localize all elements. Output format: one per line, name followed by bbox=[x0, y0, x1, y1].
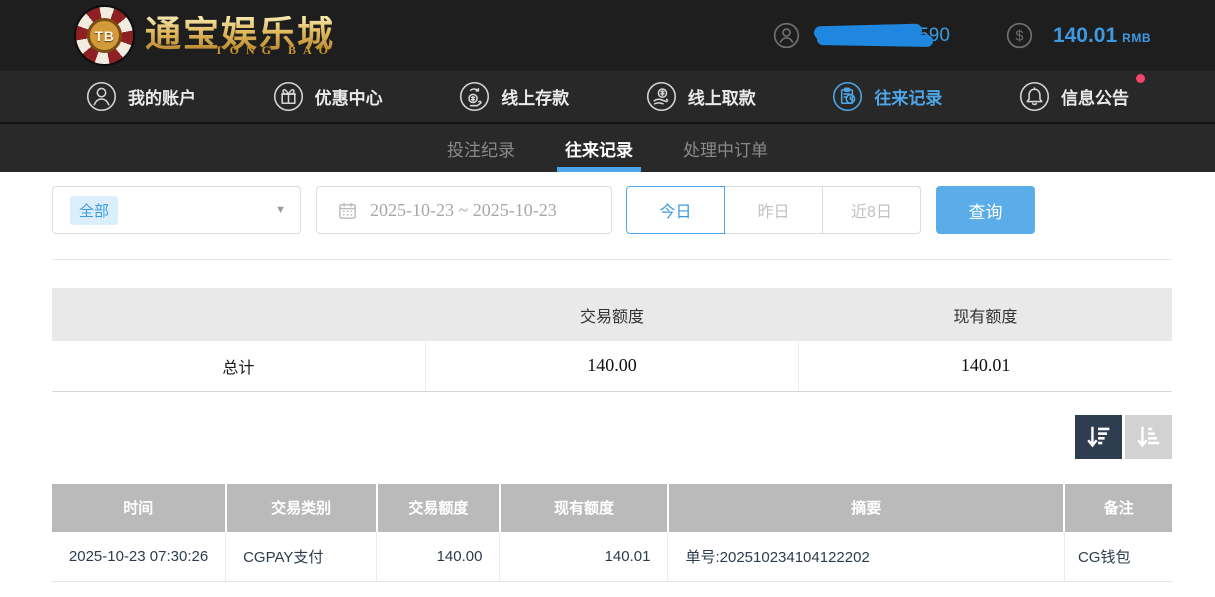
username[interactable]: 590 bbox=[814, 24, 950, 48]
range-yesterday-button[interactable]: 昨日 bbox=[724, 186, 823, 234]
tab-transaction-records[interactable]: 往来记录 bbox=[563, 124, 635, 172]
record-type: CGPAY支付 bbox=[226, 532, 377, 582]
sort-descending-button[interactable] bbox=[1075, 415, 1122, 459]
records-table: 时间 交易类别 交易额度 现有额度 摘要 备注 2025-10-23 07:30… bbox=[52, 484, 1172, 583]
nav-item-transaction-records[interactable]: 往来记录 bbox=[832, 81, 942, 112]
deposit-hand-coin-icon bbox=[459, 81, 490, 112]
records-header-row: 时间 交易类别 交易额度 现有额度 摘要 备注 bbox=[52, 484, 1172, 532]
records-header-current-amount: 现有额度 bbox=[500, 484, 668, 532]
top-bar: TB 通宝娱乐城 TONG BAO 590 $ 140.01 RMB bbox=[0, 0, 1215, 71]
record-trade-amount: 140.00 bbox=[377, 532, 500, 582]
clipboard-clock-icon bbox=[832, 81, 863, 112]
range-today-button[interactable]: 今日 bbox=[626, 186, 725, 234]
notification-dot bbox=[1136, 74, 1145, 83]
summary-header-trade-amount: 交易额度 bbox=[425, 288, 798, 341]
nav-item-my-account[interactable]: 我的账户 bbox=[86, 81, 196, 112]
type-select[interactable]: 全部 ▼ bbox=[52, 186, 301, 234]
summary-header-current-amount: 现有额度 bbox=[799, 288, 1172, 341]
balance-amount: 140.01 bbox=[1053, 24, 1117, 48]
chip-monogram: TB bbox=[87, 18, 122, 53]
gift-icon bbox=[273, 81, 304, 112]
balance-currency: RMB bbox=[1122, 31, 1151, 45]
record-summary: 单号:202510234104122202 bbox=[668, 532, 1064, 582]
tab-pending-orders[interactable]: 处理中订单 bbox=[681, 124, 770, 172]
record-note: CG钱包 bbox=[1064, 532, 1172, 582]
summary-header-empty bbox=[52, 288, 425, 341]
records-header-summary: 摘要 bbox=[668, 484, 1064, 532]
summary-total-label: 总计 bbox=[52, 341, 425, 391]
sub-nav: 投注纪录 往来记录 处理中订单 bbox=[0, 122, 1215, 172]
date-range-input[interactable]: 2025-10-23 ~ 2025-10-23 bbox=[316, 186, 612, 234]
sort-ascending-button[interactable] bbox=[1125, 415, 1172, 459]
search-button[interactable]: 查询 bbox=[936, 186, 1035, 234]
sort-descending-icon bbox=[1084, 422, 1114, 452]
range-last8days-button[interactable]: 近8日 bbox=[822, 186, 921, 234]
bell-icon bbox=[1019, 81, 1050, 112]
sort-ascending-icon bbox=[1134, 422, 1164, 452]
nav-item-promotions[interactable]: 优惠中心 bbox=[273, 81, 383, 112]
redacted-username bbox=[814, 24, 922, 48]
account-area: 590 $ 140.01 RMB bbox=[773, 22, 1151, 49]
filter-row: 全部 ▼ 2025-10-23 ~ 2025-10-23 今日 昨日 近8日 查… bbox=[52, 186, 1172, 234]
record-time: 2025-10-23 07:30:26 bbox=[52, 532, 226, 582]
records-header-trade-amount: 交易额度 bbox=[377, 484, 500, 532]
nav-item-announcements[interactable]: 信息公告 bbox=[1019, 81, 1129, 112]
svg-text:$: $ bbox=[1015, 29, 1023, 45]
user-icon bbox=[86, 81, 117, 112]
summary-header-row: 交易额度 现有额度 bbox=[52, 288, 1172, 341]
calendar-icon bbox=[338, 201, 357, 220]
date-range-value: 2025-10-23 ~ 2025-10-23 bbox=[370, 200, 557, 221]
table-row: 2025-10-23 07:30:26 CGPAY支付 140.00 140.0… bbox=[52, 532, 1172, 582]
divider bbox=[52, 259, 1172, 260]
summary-total-row: 总计 140.00 140.01 bbox=[52, 341, 1172, 391]
summary-current-amount: 140.01 bbox=[799, 341, 1172, 391]
main-nav: 我的账户 优惠中心 线上存款 线上取款 bbox=[0, 71, 1215, 122]
poker-chip-logo-icon: TB bbox=[76, 7, 133, 64]
user-circle-icon bbox=[773, 22, 800, 49]
summary-trade-amount: 140.00 bbox=[425, 341, 798, 391]
summary-table: 交易额度 现有额度 总计 140.00 140.01 bbox=[52, 288, 1172, 392]
records-header-type: 交易类别 bbox=[226, 484, 377, 532]
balance[interactable]: 140.01 RMB bbox=[1053, 24, 1151, 48]
site-logo[interactable]: TB 通宝娱乐城 TONG BAO bbox=[76, 7, 335, 64]
tab-bet-records[interactable]: 投注纪录 bbox=[445, 124, 517, 172]
records-header-time: 时间 bbox=[52, 484, 226, 532]
nav-item-deposit[interactable]: 线上存款 bbox=[459, 81, 569, 112]
dollar-circle-icon: $ bbox=[1006, 22, 1033, 49]
quick-range-group: 今日 昨日 近8日 bbox=[626, 186, 921, 234]
records-header-note: 备注 bbox=[1064, 484, 1172, 532]
nav-item-withdraw[interactable]: 线上取款 bbox=[646, 81, 756, 112]
chevron-down-icon: ▼ bbox=[275, 204, 286, 216]
sort-controls bbox=[52, 415, 1172, 459]
content: 全部 ▼ 2025-10-23 ~ 2025-10-23 今日 昨日 近8日 查… bbox=[52, 186, 1172, 582]
withdraw-hand-coin-icon bbox=[646, 81, 677, 112]
type-select-value: 全部 bbox=[70, 196, 118, 225]
record-current-amount: 140.01 bbox=[500, 532, 668, 582]
